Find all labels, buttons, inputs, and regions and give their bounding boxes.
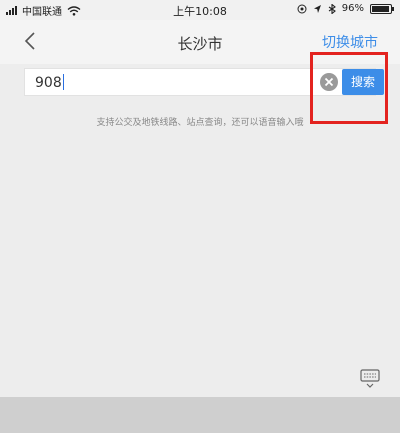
switch-city-button[interactable]: 切换城市: [322, 32, 378, 52]
battery-icon: [370, 3, 394, 14]
search-input-value: 908: [35, 74, 64, 91]
search-hint: 支持公交及地铁线路、站点查询，还可以语音输入哦: [96, 118, 304, 128]
location-arrow-icon: [313, 4, 321, 13]
alarm-lock-icon: [297, 4, 307, 13]
chevron-left-icon[interactable]: [20, 30, 42, 52]
highlight-box: [310, 52, 388, 124]
keyboard-panel: [0, 397, 400, 433]
battery-percent: 96%: [341, 3, 364, 14]
status-bar: 中国联通 上午10:08 96%: [0, 0, 400, 20]
text-cursor: [62, 74, 64, 90]
bluetooth-icon: [328, 3, 336, 14]
keyboard-hide-icon[interactable]: [359, 367, 381, 389]
